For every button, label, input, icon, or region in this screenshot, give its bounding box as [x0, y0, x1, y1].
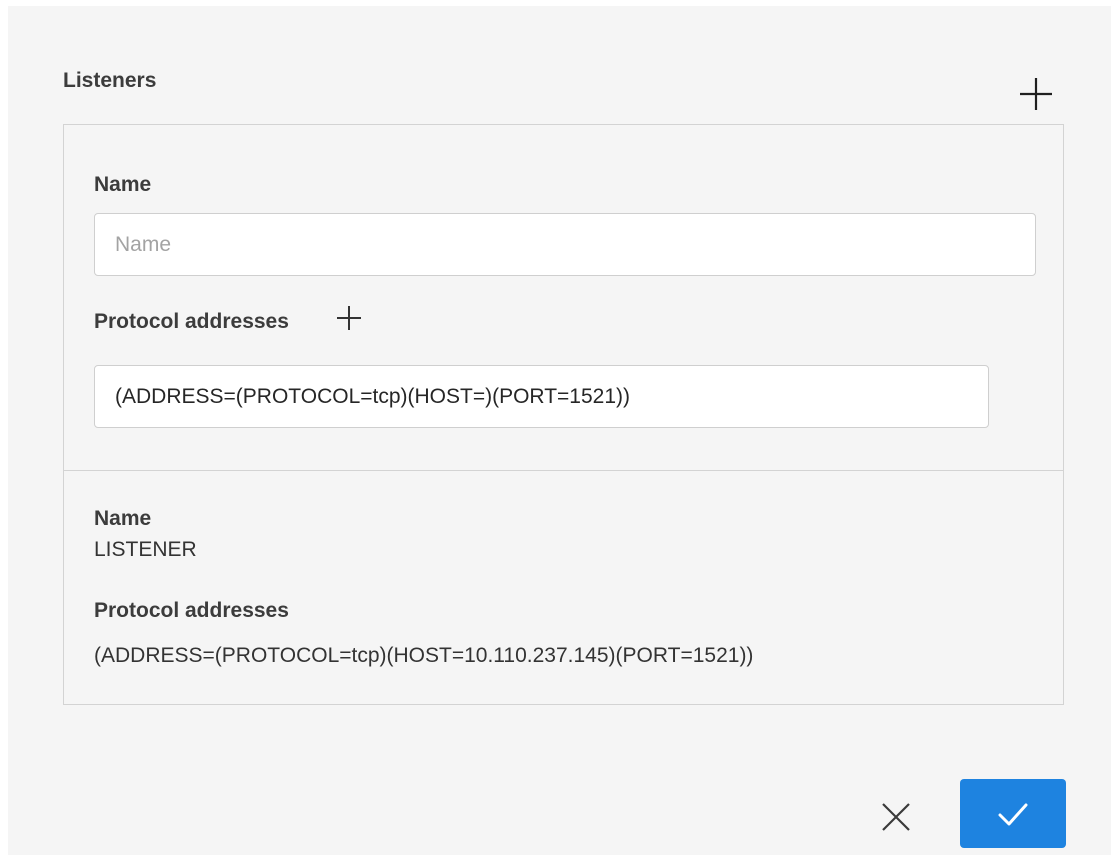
name-field-label: Name	[94, 173, 152, 196]
listener-protocol-label: Protocol addresses	[94, 599, 289, 622]
add-protocol-address-button[interactable]	[334, 303, 364, 333]
name-input[interactable]	[94, 213, 1036, 276]
listener-name-value: LISTENER	[94, 538, 197, 561]
listener-name-label: Name	[94, 507, 152, 530]
confirm-button[interactable]	[960, 779, 1066, 848]
add-listener-button[interactable]	[1018, 76, 1054, 112]
plus-icon	[337, 306, 361, 330]
section-title: Listeners	[63, 69, 157, 92]
listener-editor: Name Protocol addresses	[64, 125, 1063, 471]
listeners-list: Name Protocol addresses Name LISTENER Pr…	[63, 124, 1064, 705]
checkmark-icon	[998, 803, 1028, 825]
listener-item: Name LISTENER Protocol addresses (ADDRES…	[64, 471, 1063, 704]
protocol-address-input[interactable]	[94, 365, 989, 428]
cancel-button[interactable]	[876, 797, 916, 837]
plus-icon	[1020, 78, 1052, 110]
listener-protocol-value: (ADDRESS=(PROTOCOL=tcp)(HOST=10.110.237.…	[94, 644, 754, 667]
protocol-addresses-label: Protocol addresses	[94, 310, 289, 333]
close-icon	[882, 803, 910, 831]
